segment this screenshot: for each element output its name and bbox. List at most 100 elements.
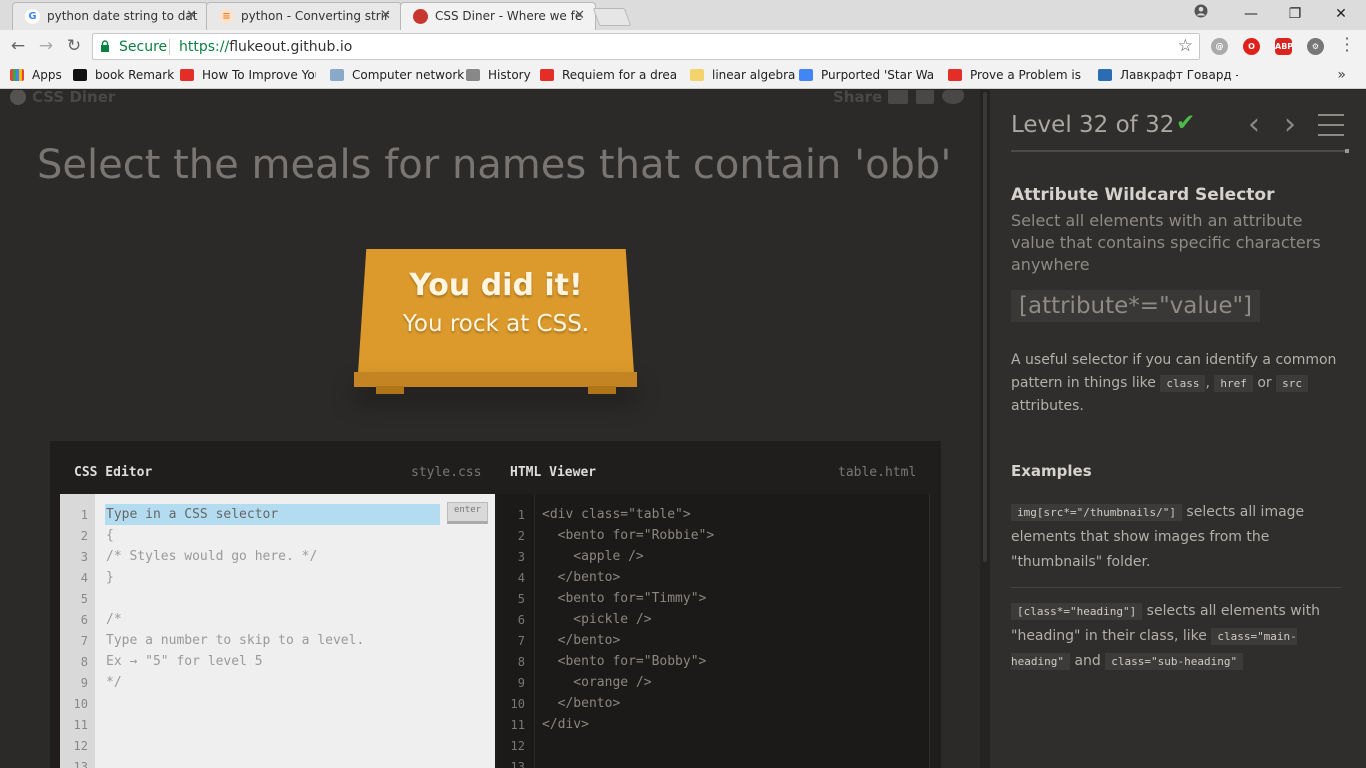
tab-title: python date string to dat [47,9,198,23]
html-line[interactable]: <bento for="Timmy"> [542,591,707,606]
forward-icon[interactable]: → [36,36,56,56]
facebook-icon[interactable] [916,90,934,104]
html-line[interactable]: <div class="table"> [542,507,691,522]
html-line[interactable]: </div> [542,717,589,732]
apps-grid-icon [10,69,24,81]
selector-title: Select all elements with an attribute va… [1011,211,1321,274]
html-viewer: 1 2 3 4 5 6 7 8 9 10 11 12 13 <div class… [497,494,930,768]
logo[interactable]: CSS Diner [10,90,115,106]
secure-label: Secure [119,39,168,55]
selector-hint: A useful selector if you can identify a … [1011,352,1337,414]
html-line[interactable]: <pickle /> [542,612,651,627]
html-line[interactable]: <bento for="Bobby"> [542,654,707,669]
code-tag: class="sub-heading" [1105,653,1244,670]
tab-stackoverflow[interactable]: ≡ python - Converting strir ✕ [206,2,402,30]
browser-toolbar: ← → ↻ Secure https://flukeout.github.io … [0,30,1366,63]
adblock-icon[interactable]: ABP [1275,38,1293,55]
win-subtitle: You rock at CSS. [402,311,590,337]
html-line-numbers: 1 2 3 4 5 6 7 8 9 10 11 12 13 [497,494,535,768]
bookmark-prove-problem[interactable]: Prove a Problem is NI [948,68,1084,82]
bookmark-youtube[interactable]: How To Improve Your [180,68,316,82]
table-leg [376,386,404,394]
chrome-menu-icon[interactable]: · · · [1342,31,1352,59]
bookmark-history[interactable]: History [466,68,531,82]
minimize-icon[interactable]: — [1228,2,1274,26]
bookmark-apps[interactable]: Apps [10,68,62,82]
bookmark-computer-network[interactable]: Computer network [330,68,464,82]
history-icon [466,69,480,81]
scrollbar[interactable] [983,92,987,562]
address-bar[interactable]: Secure https://flukeout.github.io ☆ [92,33,1200,60]
level-menu-icon[interactable] [1318,114,1344,144]
table-edge [354,372,637,387]
code-line: /* Styles would go here. */ [106,549,318,564]
html-line[interactable]: <apple /> [542,549,643,564]
css-selector-input[interactable] [105,504,440,525]
tab-strip: G python date string to dat ✕ ≡ python -… [0,0,1366,31]
cisco-icon [330,69,344,81]
site-icon [799,69,813,81]
game-area: CSS Diner Share Select the meals for nam… [0,90,980,768]
html-line[interactable]: </bento> [542,570,621,585]
css-filename: style.css [411,465,482,480]
youtube-icon [540,69,554,81]
reload-icon[interactable]: ↻ [64,36,84,56]
profile-icon[interactable] [1178,2,1224,26]
code-line: { [106,528,114,543]
window-close-icon[interactable]: ✕ [1318,2,1364,26]
tab-title: CSS Diner - Where we fe [435,9,583,23]
code-line: Ex → "5" for level 5 [106,654,263,669]
bookmark-lovecraft[interactable]: Лавкрафт Говард - М [1098,68,1238,82]
enter-button[interactable]: enter [447,502,488,524]
level-indicator: Level 32 of 32 [1011,112,1175,138]
url-text[interactable]: https://flukeout.github.io [179,39,352,55]
extension-at-icon[interactable]: @ [1211,38,1228,55]
stackoverflow-icon: ≡ [219,9,234,24]
bookmark-book-remark[interactable]: book Remark [73,68,174,82]
code-line: /* [106,612,122,627]
extension-gear-icon[interactable]: ⚙ [1307,38,1324,55]
code-tag: src [1276,375,1308,392]
divider [169,39,170,55]
code-tag: img[src*="/thumbnails/"] [1011,504,1182,521]
close-icon[interactable]: ✕ [186,8,197,23]
more-bookmarks-icon[interactable]: » [1337,67,1346,83]
back-icon[interactable]: ← [8,36,28,56]
html-line[interactable]: </bento> [542,633,621,648]
code-line: } [106,570,114,585]
bookmark-star-icon[interactable]: ☆ [1178,36,1193,56]
html-line[interactable]: <orange /> [542,675,651,690]
html-viewer-title: HTML Viewer [510,465,597,480]
css-diner-icon [413,9,428,24]
examples-heading: Examples [1011,462,1092,480]
opera-icon[interactable]: O [1243,38,1260,55]
code-tag: href [1214,375,1253,392]
code-line: Type a number to skip to a level. [106,633,365,648]
bookmark-linear-algebra[interactable]: linear algebra [690,68,795,82]
html-line[interactable]: <bento for="Robbie"> [542,528,715,543]
site-icon [1098,69,1112,81]
bookmark-requiem[interactable]: Requiem for a dream [540,68,676,82]
page: CSS Diner Share Select the meals for nam… [0,90,1366,768]
html-line[interactable]: </bento> [542,696,621,711]
google-icon: G [25,9,40,24]
bookmark-star-wars[interactable]: Purported 'Star Wars [799,68,933,82]
maximize-icon[interactable]: ❐ [1272,2,1318,26]
close-icon[interactable]: ✕ [380,8,391,23]
new-tab-button[interactable] [592,8,632,26]
k-icon [73,69,87,81]
win-title: You did it! [409,268,583,303]
selector-name: Attribute Wildcard Selector [1011,185,1275,205]
previous-level-icon[interactable]: ‹ [1248,107,1260,142]
selector-syntax: [attribute*="value"] [1011,290,1261,322]
order-instruction: Select the meals for names that contain … [37,142,952,188]
level-progress [1011,150,1347,152]
next-level-icon[interactable]: › [1284,107,1296,142]
tab-python-date[interactable]: G python date string to dat ✕ [12,2,208,30]
code-tag: class [1160,375,1206,392]
close-icon[interactable]: ✕ [574,8,585,23]
tab-css-diner[interactable]: CSS Diner - Where we fe ✕ [400,2,596,31]
twitter-icon[interactable] [942,90,964,104]
completed-check-icon: ✔ [1176,110,1196,136]
email-icon[interactable] [888,90,908,104]
